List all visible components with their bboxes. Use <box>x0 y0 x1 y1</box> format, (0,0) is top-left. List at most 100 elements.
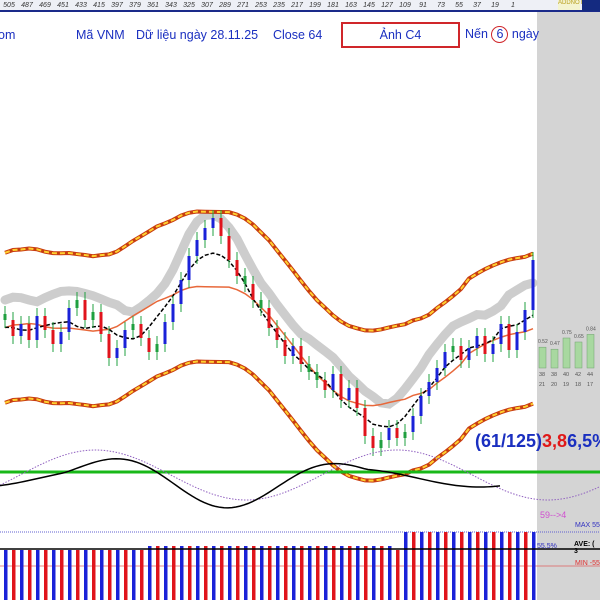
candle-body <box>43 316 47 330</box>
candle-body <box>195 240 199 256</box>
histogram-bar <box>212 546 216 600</box>
candle-body <box>147 338 151 352</box>
histogram-bar <box>92 550 96 600</box>
histogram-bar <box>140 550 144 600</box>
candle-body <box>75 300 79 308</box>
histogram-bar <box>252 546 256 600</box>
histogram-bar <box>244 546 248 600</box>
candle-body <box>179 280 183 304</box>
histogram-bar <box>20 550 24 600</box>
histogram-bar <box>500 532 504 600</box>
candle-body <box>91 312 95 320</box>
candle-body <box>107 334 111 358</box>
candle-body <box>347 388 351 400</box>
candle-body <box>427 382 431 396</box>
candle-body <box>227 236 231 260</box>
histogram-bar <box>220 546 224 600</box>
price-chart: 0.52 38 21 0.47 38 20 0.75 40 19 0.65 42 18 0.84 44 17 <box>0 209 600 600</box>
candle-body <box>435 368 439 382</box>
histogram-bar <box>396 550 400 600</box>
min-label: MIN -55 <box>575 560 600 567</box>
histogram-bar <box>372 546 376 600</box>
histogram-bar <box>428 532 432 600</box>
histogram-bar <box>132 550 136 600</box>
mini-bar-label-top: 42 <box>575 372 581 378</box>
histogram-bar <box>324 546 328 600</box>
histogram-bar <box>388 546 392 600</box>
histogram-bar <box>492 532 496 600</box>
candle-body <box>515 332 519 350</box>
candle-body <box>451 346 455 352</box>
candle-body <box>323 380 327 390</box>
mini-bar <box>586 334 595 369</box>
oscillator-label: 59-->4 <box>540 510 567 520</box>
mini-bar-label-top: 38 <box>539 372 545 378</box>
candle-body <box>315 372 319 380</box>
candle-body <box>51 330 55 344</box>
mini-bar-label-top: 38 <box>551 372 557 378</box>
histogram-bar <box>148 546 152 600</box>
candle-body <box>523 310 527 332</box>
candle-body <box>363 408 367 436</box>
candle-body <box>307 364 311 372</box>
histogram-bar <box>76 550 80 600</box>
candle-body <box>475 336 479 348</box>
candle-body <box>299 346 303 364</box>
candle-body <box>443 352 447 368</box>
ave-label: AVE: ( 3 <box>574 541 595 555</box>
mini-bar <box>538 346 547 369</box>
histogram-bar <box>532 532 536 600</box>
histogram-bar <box>228 546 232 600</box>
candle-body <box>59 332 63 344</box>
histogram-bar <box>524 532 528 600</box>
histogram-bar <box>340 546 344 600</box>
mini-bar-label-top: 44 <box>587 372 593 378</box>
short-ma-line <box>4 252 534 428</box>
candle-body <box>211 218 215 228</box>
ratio-annotation: (61/125)3,86,5% <box>475 431 600 452</box>
candle-body <box>171 304 175 322</box>
histogram-bar <box>84 550 88 600</box>
histogram-bar <box>260 546 264 600</box>
candle-body <box>331 374 335 390</box>
histogram-bar <box>172 546 176 600</box>
histogram-bar <box>380 546 384 600</box>
histogram-bar <box>476 532 480 600</box>
mini-bar <box>562 337 571 369</box>
histogram-bar <box>52 550 56 600</box>
candle-body <box>419 396 423 416</box>
histogram-bar <box>460 532 464 600</box>
mini-bar-label-bottom: 18 <box>575 382 581 388</box>
candle-body <box>67 308 71 332</box>
histogram-bar <box>28 550 32 600</box>
candle-body <box>35 316 39 340</box>
candle-body <box>259 300 263 308</box>
candle-body <box>403 432 407 438</box>
histogram-bar <box>36 550 40 600</box>
candle-body <box>459 346 463 360</box>
candle-body <box>483 336 487 354</box>
mini-bar-value: 0.65 <box>574 334 584 340</box>
histogram-bar <box>292 546 296 600</box>
histogram-bar <box>4 550 8 600</box>
histogram-bar <box>236 546 240 600</box>
candle-body <box>219 218 223 236</box>
histogram-bar <box>204 546 208 600</box>
histogram-bar <box>276 546 280 600</box>
histogram-pct: 55,5% <box>537 543 557 550</box>
candle-body <box>371 436 375 448</box>
histogram-bar <box>468 532 472 600</box>
histogram-bar <box>188 546 192 600</box>
candle-body <box>275 328 279 340</box>
candle-body <box>83 300 87 320</box>
histogram-bar <box>452 532 456 600</box>
histogram-bar <box>268 546 272 600</box>
histogram-bar <box>60 550 64 600</box>
candle-body <box>379 440 383 448</box>
candle-body <box>507 324 511 350</box>
lower-band-dash <box>4 360 534 482</box>
candle-body <box>395 428 399 438</box>
candle-body <box>531 260 535 310</box>
mini-bar-value: 0.84 <box>586 326 596 332</box>
mini-bar-label-bottom: 17 <box>587 382 593 388</box>
